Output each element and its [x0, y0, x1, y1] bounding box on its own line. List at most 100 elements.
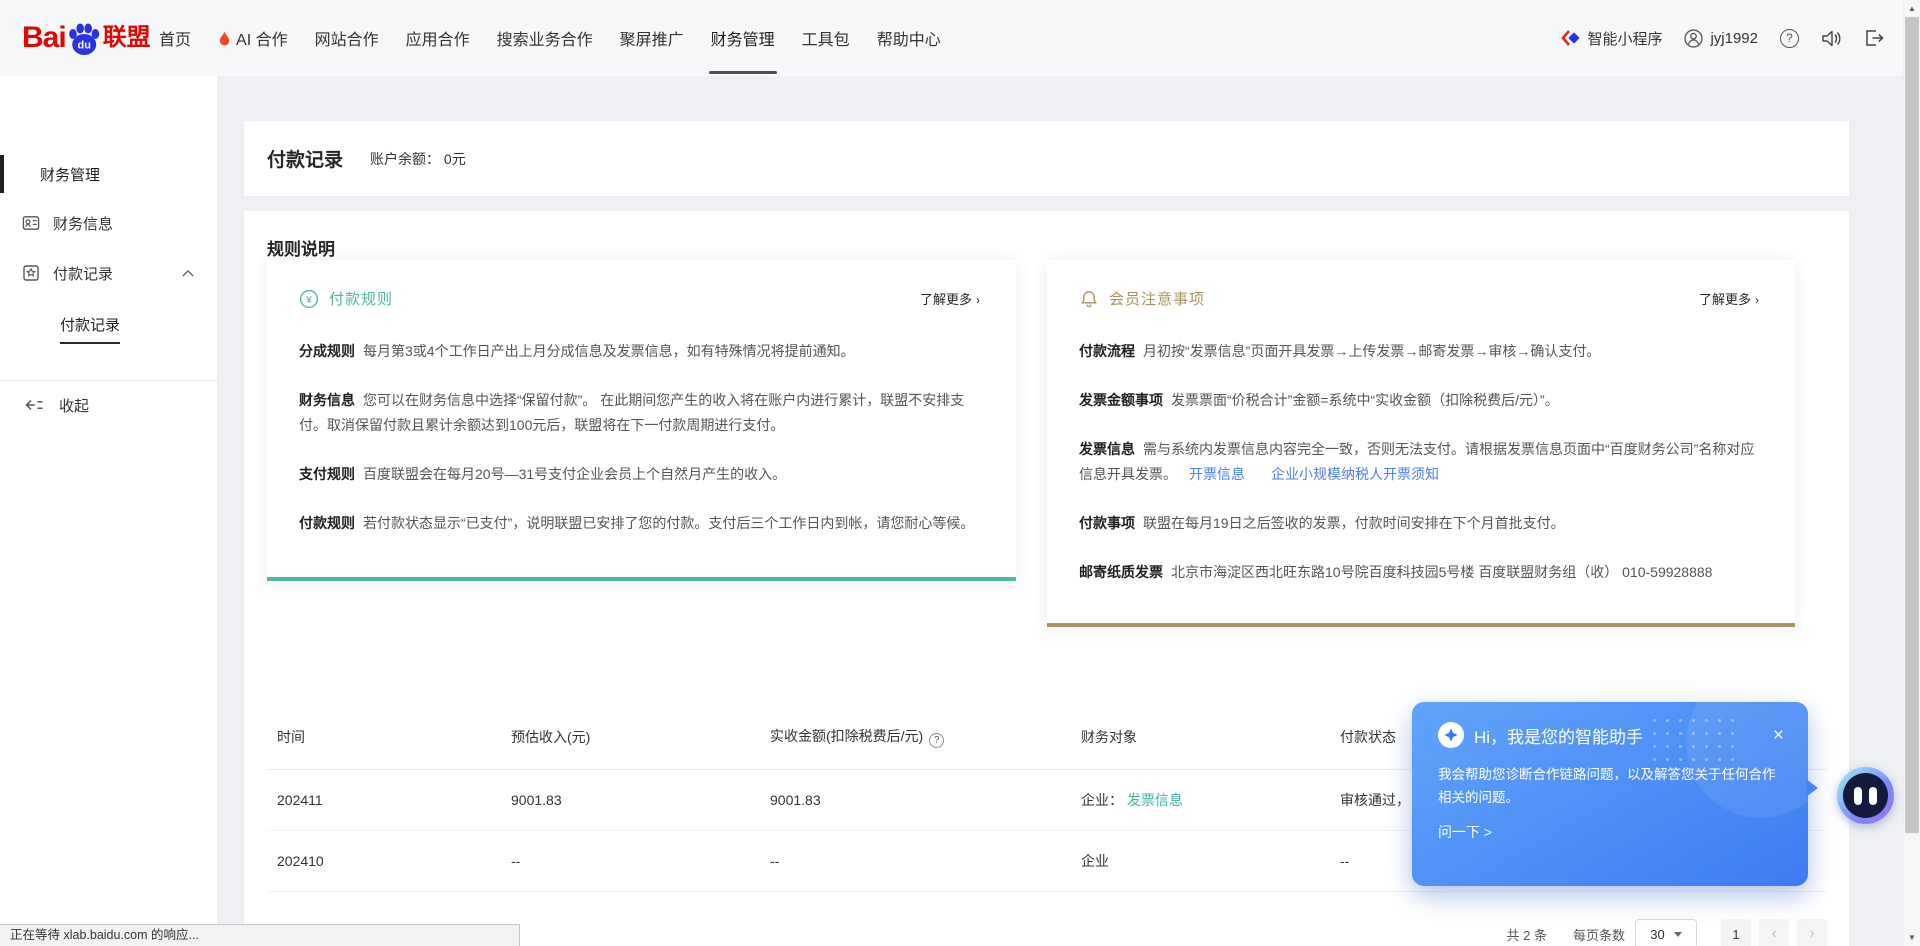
scrollbar-down-icon[interactable]: ▼	[1904, 933, 1920, 942]
top-nav: Bai du 联盟 首页 AI 合作 网站合作 应用合作 搜索业务合作	[0, 0, 1920, 76]
cell-time: 202411	[267, 769, 501, 830]
flame-icon	[218, 30, 231, 47]
finance-info-icon	[22, 214, 40, 232]
assistant-title: Hi，我是您的智能助手	[1474, 723, 1643, 748]
close-icon[interactable]: ×	[1773, 726, 1784, 745]
svg-text:¥: ¥	[305, 295, 312, 306]
chevron-right-icon: ›	[976, 293, 980, 307]
member-notes-title: 会员注意事项	[1109, 288, 1205, 309]
logo-text-union: 联盟	[103, 26, 151, 50]
page-title: 付款记录	[267, 145, 343, 172]
scrollbar[interactable]: ▲ ▼	[1903, 0, 1920, 946]
assistant-header: Hi，我是您的智能助手 ×	[1412, 702, 1808, 748]
page-number-button[interactable]: 1	[1721, 919, 1751, 946]
scrollbar-thumb[interactable]	[1905, 17, 1919, 833]
username: jyj1992	[1710, 30, 1758, 47]
payment-rules-title: 付款规则	[329, 288, 393, 309]
rule-item: 财务信息您可以在财务信息中选择“保留付款”。 在此期间您产生的收入将在账户内进行…	[299, 388, 980, 438]
assistant-body: 我会帮助您诊断合作链路问题，以及解答您关于任何合作相关的问题。	[1412, 748, 1808, 809]
member-notes-learn-more[interactable]: 了解更多›	[1699, 289, 1759, 308]
rule-item: 发票金额事项发票票面“价税合计”金额=系统中“实收金额（扣除税费后/元）”。	[1079, 388, 1759, 413]
nav-item-home[interactable]: 首页	[159, 0, 191, 76]
rules-section: 规则说明 ¥ 付款规则 了解更多› 分成规则每月第3或4个工作日产出上月分成信息…	[244, 211, 1849, 667]
chevron-down-icon	[1674, 932, 1682, 937]
baidu-union-console: Bai du 联盟 首页 AI 合作 网站合作 应用合作 搜索业务合作	[0, 0, 1920, 946]
robot-avatar	[1843, 773, 1888, 818]
rule-item: 支付规则百度联盟会在每月20号—31号支付企业会员上个自然月产生的收入。	[299, 462, 980, 487]
col-time: 时间	[267, 705, 501, 769]
member-notes-header: 会员注意事项 了解更多›	[1047, 260, 1795, 309]
cell-received: --	[760, 830, 1071, 891]
nav-item-website[interactable]: 网站合作	[315, 0, 379, 76]
assistant-robot-button[interactable]	[1837, 767, 1894, 824]
per-page-select[interactable]: 30	[1635, 919, 1697, 946]
sidebar-collapse-button[interactable]: 收起	[24, 393, 89, 417]
logout-icon[interactable]	[1864, 29, 1884, 47]
balance-label: 账户余额：	[370, 151, 440, 167]
rules-section-title: 规则说明	[267, 235, 335, 260]
payment-rules-header: ¥ 付款规则 了解更多›	[267, 260, 1016, 309]
total-count: 共 2 条	[1507, 925, 1547, 944]
sidebar: 财务管理 财务信息 付款记录 付款记录	[0, 76, 217, 946]
cell-estimated: --	[501, 830, 760, 891]
rule-item: 付款规则若付款状态显示“已支付”，说明联盟已安排了您的付款。支付后三个工作日内到…	[299, 511, 980, 536]
rule-item: 邮寄纸质发票北京市海淀区西北旺东路10号院百度科技园5号楼 百度联盟财务组（收）…	[1079, 560, 1759, 585]
sidebar-item-finance-info[interactable]: 财务信息	[22, 210, 195, 236]
next-page-button[interactable]: ›	[1797, 919, 1827, 946]
cell-received: 9001.83	[760, 769, 1071, 830]
small-taxpayer-guide-link[interactable]: 企业小规模纳税人开票须知	[1271, 466, 1439, 482]
col-received-amount: 实收金额(扣除税费后/元)?	[760, 705, 1071, 769]
prev-page-button[interactable]: ‹	[1759, 919, 1789, 946]
logo-text-bai: Bai	[22, 23, 66, 53]
collapse-icon	[24, 397, 44, 413]
user-account[interactable]: jyj1992	[1684, 29, 1758, 48]
payment-rules-panel: ¥ 付款规则 了解更多› 分成规则每月第3或4个工作日产出上月分成信息及发票信息…	[267, 260, 1016, 581]
miniapp-icon	[1560, 28, 1580, 48]
rule-item: 付款流程月初按“发票信息”页面开具发票→上传发票→邮寄发票→审核→确认支付。	[1079, 339, 1759, 364]
popup-tail	[1806, 779, 1818, 797]
invoice-info-row-link[interactable]: 发票信息	[1127, 792, 1183, 808]
nav-item-toolkit[interactable]: 工具包	[802, 0, 850, 76]
nav-right-utilities: 智能小程序 jyj1992 ?	[1560, 0, 1884, 76]
assistant-popup: Hi，我是您的智能助手 × 我会帮助您诊断合作链路问题，以及解答您关于任何合作相…	[1412, 702, 1808, 886]
robot-eye	[1854, 787, 1862, 805]
sidebar-section-title: 财务管理	[40, 164, 100, 185]
col-estimated-income: 预估收入(元)	[501, 705, 760, 769]
sidebar-subitem-payment-records[interactable]: 付款记录	[60, 314, 120, 344]
cell-finance-object: 企业： 发票信息	[1071, 769, 1330, 830]
page-header-card: 付款记录 账户余额： 0元	[244, 121, 1849, 196]
member-notes-body: 付款流程月初按“发票信息”页面开具发票→上传发票→邮寄发票→审核→确认支付。 发…	[1047, 339, 1795, 585]
account-balance: 账户余额： 0元	[370, 149, 466, 169]
invoice-info-link[interactable]: 开票信息	[1189, 466, 1245, 482]
bell-icon	[1079, 289, 1099, 309]
member-notes-panel: 会员注意事项 了解更多› 付款流程月初按“发票信息”页面开具发票→上传发票→邮寄…	[1047, 260, 1795, 627]
balance-value: 0元	[444, 151, 466, 167]
rule-item: 发票信息需与系统内发票信息内容完全一致，否则无法支付。请根据发票信息页面中“百度…	[1079, 437, 1759, 487]
main-nav: 首页 AI 合作 网站合作 应用合作 搜索业务合作 聚屏推广 财务管理 工具包 …	[159, 0, 941, 76]
chevron-right-icon: ›	[1755, 293, 1759, 307]
per-page-label: 每页条数	[1573, 925, 1625, 944]
help-circle-icon[interactable]: ?	[929, 733, 944, 748]
nav-item-ai[interactable]: AI 合作	[218, 0, 288, 76]
cell-finance-object: 企业	[1071, 830, 1330, 891]
nav-item-help-center[interactable]: 帮助中心	[877, 0, 941, 76]
volume-icon[interactable]	[1821, 29, 1842, 48]
miniapp-entry[interactable]: 智能小程序	[1560, 28, 1662, 49]
baidu-union-logo[interactable]: Bai du 联盟	[22, 19, 151, 57]
payment-rules-body: 分成规则每月第3或4个工作日产出上月分成信息及发票信息，如有特殊情况将提前通知。…	[267, 339, 1016, 536]
baidu-paw-icon: du	[66, 19, 102, 57]
rule-item: 分成规则每月第3或4个工作日产出上月分成信息及发票信息，如有特殊情况将提前通知。	[299, 339, 980, 364]
svg-text:du: du	[77, 40, 90, 52]
payment-rules-learn-more[interactable]: 了解更多›	[920, 289, 980, 308]
nav-item-search-business[interactable]: 搜索业务合作	[497, 0, 593, 76]
help-icon[interactable]: ?	[1780, 29, 1799, 48]
scrollbar-up-icon[interactable]: ▲	[1904, 4, 1920, 13]
nav-item-screen-promo[interactable]: 聚屏推广	[620, 0, 684, 76]
sidebar-divider	[0, 380, 217, 381]
nav-item-app[interactable]: 应用合作	[406, 0, 470, 76]
nav-item-finance[interactable]: 财务管理	[711, 0, 775, 76]
compass-icon	[1438, 722, 1464, 748]
pagination: 共 2 条 每页条数 30 1 ‹ ›	[1507, 919, 1827, 946]
assistant-ask-link[interactable]: 问一下 >	[1412, 809, 1808, 842]
sidebar-item-payment-records[interactable]: 付款记录	[22, 260, 195, 286]
